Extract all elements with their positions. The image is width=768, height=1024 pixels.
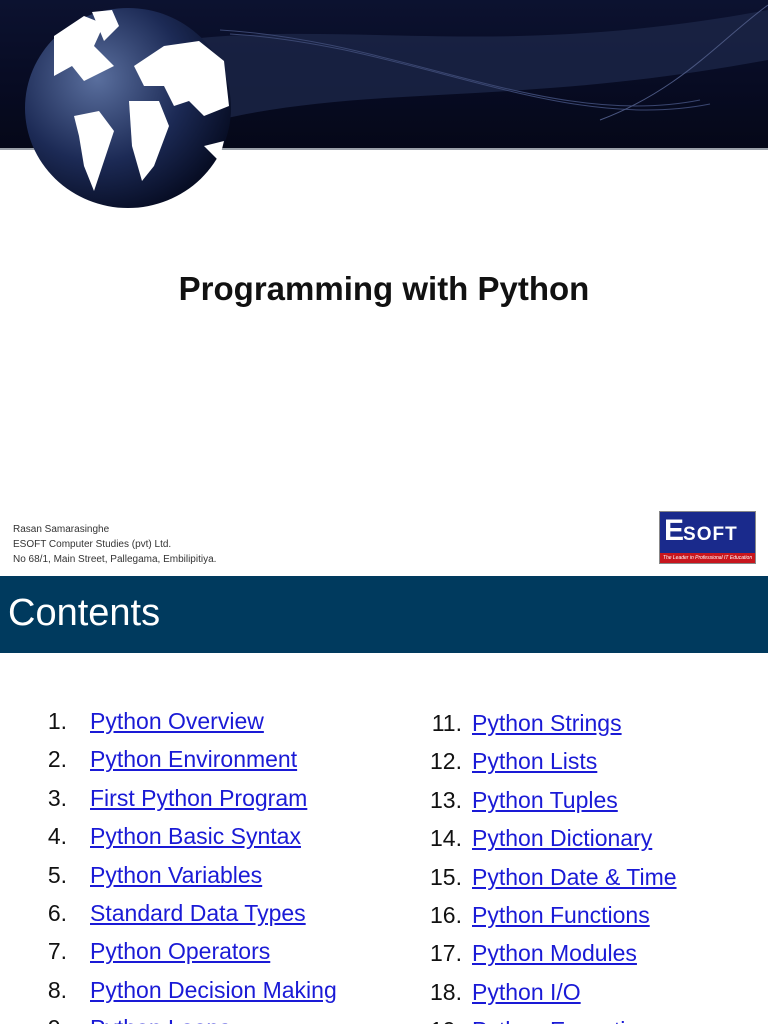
author-organization: ESOFT Computer Studies (pvt) Ltd. [13, 539, 172, 550]
item-number: 17. [430, 940, 462, 967]
contents-link[interactable]: Python Tuples [472, 785, 618, 815]
presentation-title: Programming with Python [178, 270, 590, 307]
item-number: 12. [430, 748, 462, 775]
contents-link[interactable]: Python Lists [472, 746, 597, 776]
contents-slide: Contents 1. Python Overview 2. Python Envir… [0, 576, 768, 1024]
contents-link[interactable]: Python Date & Time [472, 862, 677, 892]
item-number: 8. [47, 976, 67, 1003]
title-slide: Programming with Python Rasan Samarasing… [0, 0, 768, 576]
item-number: 2. [47, 746, 67, 773]
esoft-logo: ESOFT The Leader in Professional IT Educ… [659, 511, 756, 564]
contents-link[interactable]: Python Dictionary [472, 823, 652, 853]
contents-link[interactable]: Python Variables [90, 860, 262, 890]
contents-link[interactable]: Python I/O [472, 977, 581, 1007]
contents-link[interactable]: Python Functions [472, 900, 650, 930]
item-number: 9. [0, 1013, 67, 1024]
contents-header: Contents [0, 576, 768, 653]
item-number: 6. [47, 899, 67, 926]
contents-link[interactable]: First Python Program [90, 783, 307, 813]
item-number: 4. [47, 823, 67, 850]
item-number: 1. [47, 708, 67, 734]
contents-link[interactable]: Python Environment [90, 744, 297, 774]
item-number: 7. [47, 938, 67, 965]
item-number: 11. [431, 710, 462, 736]
contents-link[interactable]: Python Strings [472, 708, 622, 738]
contents-link[interactable]: Python Operators [90, 936, 270, 966]
contents-link[interactable]: Python Decision Making [90, 975, 337, 1005]
author-info: Rasan Samarasinghe ESOFT Computer Studie… [13, 522, 216, 567]
item-number: 14. [430, 825, 462, 852]
contents-link[interactable]: Python Exceptions [472, 1015, 663, 1024]
item-number: 19. [400, 1015, 462, 1024]
item-number: 16. [430, 901, 462, 928]
contents-link[interactable]: Python Basic Syntax [90, 821, 301, 851]
item-number: 15. [430, 863, 462, 890]
contents-link[interactable]: Standard Data Types [90, 898, 306, 928]
item-number: 13. [430, 786, 462, 813]
contents-link[interactable]: Python Overview [90, 706, 264, 736]
contents-link[interactable]: Python Modules [472, 938, 637, 968]
contents-heading: Contents [8, 592, 161, 634]
author-address: No 68/1, Main Street, Pallegama, Embilip… [13, 554, 217, 565]
globe-icon [25, 8, 231, 208]
author-name: Rasan Samarasinghe [13, 524, 110, 535]
item-number: 3. [47, 784, 67, 811]
item-number: 5. [47, 861, 67, 888]
item-number: 18. [430, 978, 462, 1005]
contents-link[interactable]: Python Loops [90, 1013, 231, 1024]
